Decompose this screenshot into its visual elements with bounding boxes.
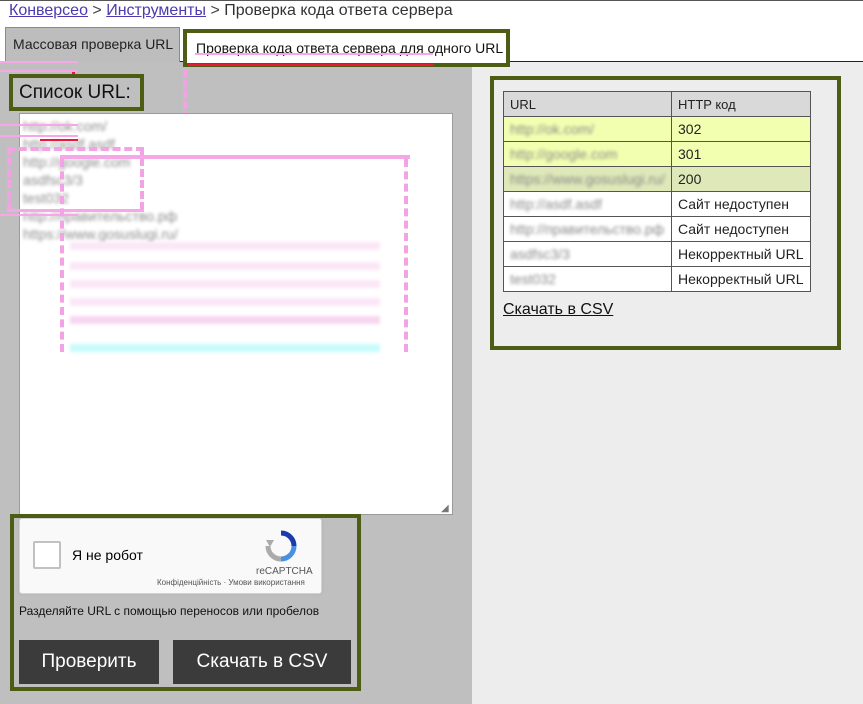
overlay-dashed-line — [7, 147, 144, 151]
table-row: asdfsc3/3 Некорректный URL — [503, 241, 811, 267]
table-row: http://правительство.рф Сайт недоступен — [503, 216, 811, 242]
cell-url: http://ok.com/ — [503, 116, 672, 142]
recaptcha-logo-icon — [265, 530, 297, 562]
cell-url-text: http://ok.com/ — [510, 121, 595, 137]
table-header-row: URL HTTP код — [503, 91, 811, 117]
overlay-line — [0, 214, 78, 216]
cell-url: asdfsc3/3 — [503, 241, 672, 267]
cell-url-text: test032 — [510, 271, 556, 287]
overlay-ghost-row — [70, 242, 380, 250]
column-header-url: URL — [503, 91, 672, 117]
cell-url: http://правительство.рф — [503, 216, 672, 242]
cell-url-text: asdfsc3/3 — [510, 246, 570, 262]
overlay-line — [0, 135, 78, 137]
download-csv-link[interactable]: Скачать в CSV — [503, 301, 613, 319]
breadcrumb-current: Проверка кода ответа сервера — [224, 2, 453, 19]
cell-url-text: http://asdf.asdf — [510, 196, 602, 212]
breadcrumb-link-home[interactable]: Конверсео — [9, 2, 88, 19]
breadcrumb-link-tools[interactable]: Инструменты — [106, 2, 206, 19]
breadcrumb-separator: > — [92, 2, 102, 19]
url-line: http://ok.com/ — [23, 118, 108, 134]
overlay-line — [0, 70, 78, 72]
overlay-ghost-row — [70, 262, 380, 270]
overlay-dashed-line — [7, 147, 11, 210]
cell-http-code: 200 — [671, 166, 811, 192]
table-row: http://asdf.asdf Сайт недоступен — [503, 191, 811, 217]
url-line: https://www.gosuslugi.ru/ — [23, 226, 178, 242]
table-row: http://google.com 301 — [503, 141, 811, 167]
overlay-line — [0, 124, 78, 126]
column-header-http-code: HTTP код — [671, 91, 811, 117]
url-line: asdfsc3/3 — [23, 172, 83, 188]
overlay-ghost-row — [70, 280, 380, 288]
cell-url: http://asdf.asdf — [503, 191, 672, 217]
overlay-line — [195, 53, 433, 55]
url-list-label: Список URL: — [9, 74, 144, 111]
cell-url-text: https://www.gosuslugi.ru/ — [510, 171, 665, 187]
overlay-ghost-row — [70, 344, 380, 352]
recaptcha-label: Я не робот — [72, 547, 143, 563]
cell-url-text: http://google.com — [510, 146, 618, 162]
cell-http-code: Сайт недоступен — [671, 191, 811, 217]
overlay-dashed-line — [404, 159, 408, 352]
cell-url: http://google.com — [503, 141, 672, 167]
overlay-dashed-line — [60, 159, 64, 352]
table-row: https://www.gosuslugi.ru/200 — [503, 166, 811, 192]
tab-bulk-check[interactable]: Массовая проверка URL — [5, 27, 180, 62]
overlay-line — [7, 209, 144, 212]
separator-hint: Разделяйте URL с помощью переносов или п… — [19, 604, 320, 618]
overlay-line — [0, 61, 78, 63]
recaptcha-checkbox[interactable] — [33, 541, 61, 569]
recaptcha-links[interactable]: Конфіденційність · Умови використання — [157, 578, 305, 587]
breadcrumb: Конверсео > Инструменты > Проверка кода … — [9, 2, 453, 20]
cell-url: https://www.gosuslugi.ru/ — [503, 166, 672, 192]
overlay-red-line — [40, 139, 78, 141]
cell-http-code: Некорректный URL — [671, 241, 811, 267]
cell-url: test032 — [503, 266, 672, 292]
check-button[interactable]: Проверить — [19, 640, 159, 684]
overlay-ghost-row — [70, 298, 380, 306]
cell-http-code: 302 — [671, 116, 811, 142]
table-row: http://ok.com/302 — [503, 116, 811, 142]
cell-http-code: 301 — [671, 141, 811, 167]
results-table: URL HTTP код http://ok.com/302 http://goo… — [503, 91, 811, 292]
download-csv-button[interactable]: Скачать в CSV — [173, 640, 351, 684]
top-rule — [0, 0, 863, 1]
overlay-red-line — [188, 64, 434, 66]
url-line: test032 — [23, 190, 69, 206]
cell-http-code: Некорректный URL — [671, 266, 811, 292]
overlay-dashed-line — [183, 69, 187, 119]
recaptcha-brand: reCAPTCHA — [256, 566, 313, 577]
cell-http-code: Сайт недоступен — [671, 216, 811, 242]
overlay-line — [60, 155, 410, 159]
table-row: test032 Некорректный URL — [503, 266, 811, 292]
resize-grip-icon[interactable]: ◢ — [441, 503, 449, 514]
recaptcha-widget: Я не робот reCAPTCHA Конфіденційність · … — [19, 518, 322, 594]
breadcrumb-separator: > — [210, 2, 220, 19]
tab-single-url-check[interactable]: Проверка кода ответа сервера для одного … — [183, 29, 510, 67]
overlay-ghost-row — [70, 316, 380, 324]
cell-url-text: http://правительство.рф — [510, 221, 665, 237]
